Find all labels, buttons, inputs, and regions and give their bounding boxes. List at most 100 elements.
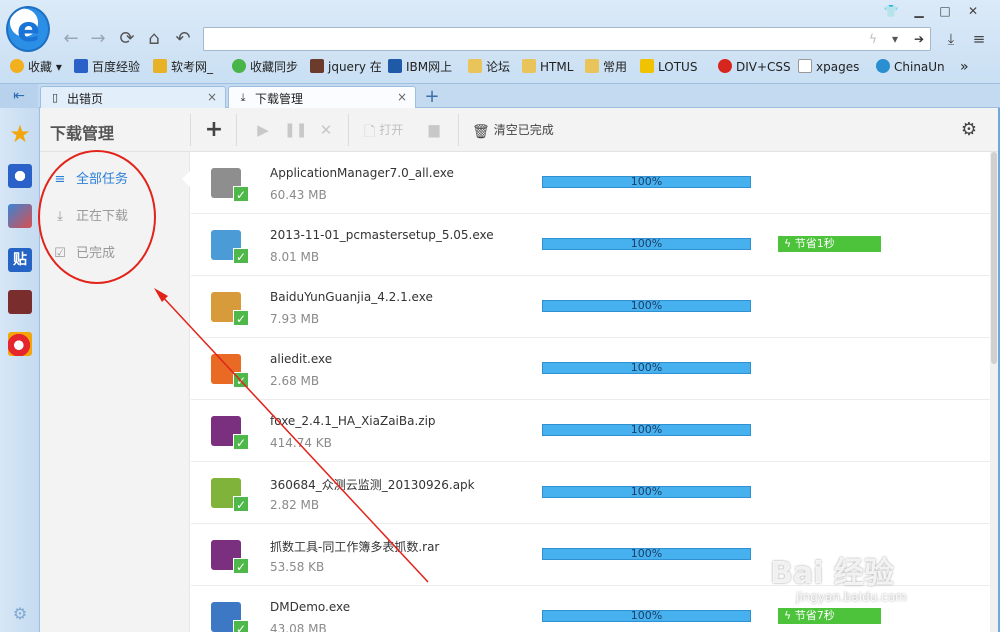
- tab-download-manager[interactable]: ⤓ 下载管理 ×: [228, 86, 416, 108]
- skin-icon[interactable]: 👕: [880, 2, 902, 20]
- bookmark-folder[interactable]: HTML: [522, 58, 573, 76]
- progress-label: 100%: [630, 299, 663, 312]
- open-file-button[interactable]: 🗋 打开: [364, 119, 414, 141]
- download-row[interactable]: ✓ BaiduYunGuanjia_4.2.1.exe 7.93 MB 100%: [191, 276, 991, 338]
- progress-label: 100%: [630, 547, 663, 560]
- baidu-cloud-icon[interactable]: [8, 164, 32, 188]
- menu-icon[interactable]: ≡: [968, 28, 990, 50]
- watermark: Bai 经验 jingyan.baidu.com: [770, 556, 907, 604]
- bookmarks-more-button[interactable]: »: [960, 58, 969, 76]
- forward-button[interactable]: →: [87, 28, 109, 50]
- tab-error-page[interactable]: ▯ 出错页 ×: [40, 86, 226, 108]
- download-list-scrollbar[interactable]: [990, 152, 998, 632]
- bookmark-folder[interactable]: 论坛: [468, 58, 510, 76]
- clear-completed-button[interactable]: 🗑 清空已完成: [472, 119, 572, 141]
- bookmark-item[interactable]: 收藏 ▾: [10, 58, 62, 76]
- progress-bar: 100%: [542, 547, 751, 560]
- tieba-icon[interactable]: 贴: [8, 248, 32, 272]
- folder-icon: ▆: [428, 122, 440, 138]
- file-name[interactable]: aliedit.exe: [270, 352, 332, 366]
- start-button[interactable]: ▶: [254, 119, 272, 141]
- book-icon[interactable]: [8, 290, 32, 314]
- page-icon: ▯: [51, 91, 59, 104]
- bookmark-item[interactable]: IBM网上: [388, 58, 452, 76]
- home-button[interactable]: ⌂: [143, 28, 165, 50]
- paw-icon: [74, 59, 88, 73]
- back-button[interactable]: ←: [60, 28, 82, 50]
- dropdown-arrow-icon[interactable]: ▾: [886, 31, 904, 47]
- sync-icon: [232, 59, 246, 73]
- download-icon: ⤓: [57, 209, 63, 224]
- file-name[interactable]: DMDemo.exe: [270, 600, 350, 614]
- bookmark-item[interactable]: 软考网_: [153, 58, 213, 76]
- maximize-button[interactable]: □: [934, 2, 956, 20]
- bookmark-item[interactable]: xpages: [798, 58, 859, 76]
- bookmark-item[interactable]: ChinaUn: [876, 58, 945, 76]
- new-tab-button[interactable]: +: [422, 86, 442, 107]
- weibo-icon[interactable]: [8, 332, 32, 356]
- file-name[interactable]: BaiduYunGuanjia_4.2.1.exe: [270, 290, 433, 304]
- file-name[interactable]: 360684_众测云监测_20130926.apk: [270, 476, 475, 493]
- minimize-button[interactable]: ▁: [908, 2, 930, 20]
- download-row[interactable]: ✓ aliedit.exe 2.68 MB 100%: [191, 338, 991, 400]
- page-icon: [798, 59, 812, 73]
- settings-button[interactable]: ⚙: [958, 119, 980, 141]
- refresh-button[interactable]: ⟳: [116, 28, 138, 50]
- file-name[interactable]: foxe_2.4.1_HA_XiaZaiBa.zip: [270, 414, 436, 428]
- file-name[interactable]: 抓数工具-同工作簿多表抓数.rar: [270, 538, 439, 555]
- file-name[interactable]: ApplicationManager7.0_all.exe: [270, 166, 454, 180]
- tab-close-button[interactable]: ×: [207, 90, 217, 104]
- file-name[interactable]: 2013-11-01_pcmastersetup_5.05.exe: [270, 228, 494, 242]
- bookmark-item[interactable]: 收藏同步: [232, 58, 298, 76]
- bookmark-item[interactable]: LOTUS: [640, 58, 697, 76]
- go-arrow-icon[interactable]: ➔: [910, 31, 928, 47]
- close-window-button[interactable]: ✕: [962, 2, 984, 20]
- progress-bar: 100%: [542, 485, 751, 498]
- bookmark-folder[interactable]: 常用: [585, 58, 627, 76]
- file-size: 60.43 MB: [270, 188, 327, 202]
- filter-downloading[interactable]: ⤓ 正在下载: [52, 207, 128, 227]
- file-size: 2.82 MB: [270, 498, 320, 512]
- filter-all-tasks[interactable]: ≡ 全部任务: [52, 170, 128, 190]
- progress-bar: 100%: [542, 237, 751, 250]
- settings-gear-icon[interactable]: ⚙: [8, 602, 32, 626]
- progress-bar: 100%: [542, 299, 751, 312]
- completed-check-icon: ✓: [233, 248, 249, 264]
- filter-completed[interactable]: ☑ 已完成: [52, 244, 115, 264]
- star-icon: [10, 59, 24, 73]
- download-row[interactable]: ✓ 360684_众测云监测_20130926.apk 2.82 MB 100%: [191, 462, 991, 524]
- bookmark-icon: [718, 59, 732, 73]
- download-icon[interactable]: ⤓: [940, 28, 962, 50]
- bookmark-icon: [153, 59, 167, 73]
- delete-button[interactable]: ✕: [316, 119, 336, 141]
- completed-check-icon: ✓: [233, 620, 249, 632]
- pause-button[interactable]: ❚❚: [284, 119, 307, 141]
- checkbox-icon: ☑: [54, 246, 66, 261]
- ibm-icon: [388, 59, 402, 73]
- undo-close-button[interactable]: ↶: [172, 28, 194, 50]
- browser-frame: e ← → ⟳ ⌂ ↶ ϟ ▾ ➔ 👕 ▁ □ ✕ ⤓ ≡ 收藏 ▾ 百度经验 …: [0, 0, 1000, 84]
- scrollbar-thumb[interactable]: [991, 152, 997, 364]
- tab-close-button[interactable]: ×: [397, 90, 407, 104]
- bookmark-item[interactable]: 百度经验: [74, 58, 140, 76]
- download-row[interactable]: ✓ ApplicationManager7.0_all.exe 60.43 MB 10…: [191, 152, 991, 214]
- bookmark-item[interactable]: jquery 在: [310, 58, 382, 76]
- file-size: 2.68 MB: [270, 374, 320, 388]
- lightning-icon[interactable]: ϟ: [864, 31, 882, 47]
- photo-app-icon[interactable]: [8, 204, 32, 228]
- bookmark-item[interactable]: DIV+CSS: [718, 58, 791, 76]
- download-row[interactable]: ✓ 2013-11-01_pcmastersetup_5.05.exe 8.01 M…: [191, 214, 991, 276]
- download-row[interactable]: ✓ foxe_2.4.1_HA_XiaZaiBa.zip 414.74 KB 100%: [191, 400, 991, 462]
- favorites-star-icon[interactable]: ★: [8, 122, 32, 146]
- open-folder-button[interactable]: ▆: [424, 119, 444, 141]
- sidebar-toggle-icon[interactable]: ⇤: [0, 84, 38, 108]
- progress-label: 100%: [630, 423, 663, 436]
- file-size: 53.58 KB: [270, 560, 325, 574]
- completed-check-icon: ✓: [233, 186, 249, 202]
- file-size: 8.01 MB: [270, 250, 320, 264]
- progress-label: 100%: [630, 609, 663, 622]
- address-bar[interactable]: ϟ ▾ ➔: [203, 27, 931, 51]
- bookmarks-bar: 收藏 ▾ 百度经验 软考网_ 收藏同步 jquery 在 IBM网上 论坛 HT…: [0, 56, 1000, 78]
- add-task-button[interactable]: +: [204, 119, 224, 141]
- folder-icon: [468, 59, 482, 73]
